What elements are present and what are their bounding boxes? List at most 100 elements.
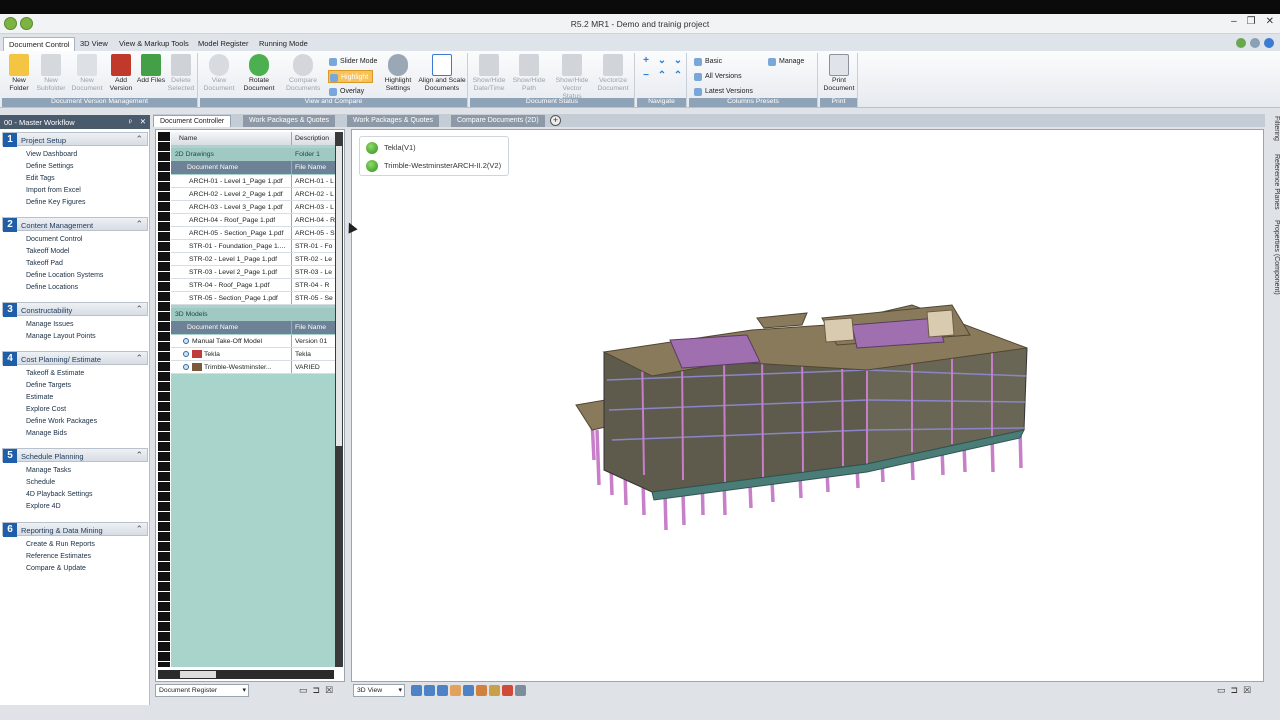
section-header[interactable]: 1 Project Setup ⌃ <box>2 132 148 147</box>
add-icon[interactable]: + <box>640 55 652 66</box>
pan-icon[interactable] <box>450 685 461 696</box>
workflow-item-manage-tasks[interactable]: Manage Tasks <box>26 465 93 477</box>
workflow-item-explore-cost[interactable]: Explore Cost <box>26 404 97 416</box>
workflow-item-define-targets[interactable]: Define Targets <box>26 380 97 392</box>
view-mode-select[interactable]: 3D View ▾ <box>353 684 405 697</box>
workflow-item-define-location-systems[interactable]: Define Location Systems <box>26 270 103 282</box>
table-row[interactable]: ARCH-03 - Level 3_Page 1.pdf ARCH-03 - L <box>171 201 335 214</box>
collapse-icon[interactable]: ⌃ <box>135 304 143 315</box>
new-document-button[interactable]: New Document <box>70 53 104 93</box>
highlight-button[interactable]: Highlight <box>328 70 374 83</box>
compare-documents-button[interactable]: Compare Documents <box>286 53 320 93</box>
close-panel-icon[interactable]: ✕ <box>140 117 146 126</box>
show-hide-path-button[interactable]: Show/Hide Path <box>512 53 546 93</box>
table-row[interactable]: STR-03 - Level 2_Page 1.pdf STR-03 - Le <box>171 266 335 279</box>
latest-versions-preset-button[interactable]: Latest Versions <box>693 85 753 98</box>
expand-icon[interactable]: ⌄ <box>672 55 684 66</box>
workflow-item-document-control[interactable]: Document Control <box>26 234 103 246</box>
workflow-item-schedule[interactable]: Schedule <box>26 477 93 489</box>
collapse-icon[interactable]: ⌃ <box>672 70 684 81</box>
refresh-icon[interactable] <box>1236 38 1246 48</box>
workflow-item-estimate[interactable]: Estimate <box>26 392 97 404</box>
table-row[interactable]: Tekla Tekla <box>171 348 335 361</box>
print-document-button[interactable]: Print Document <box>822 53 856 93</box>
workflow-item-takeoff-model[interactable]: Takeoff Model <box>26 246 103 258</box>
tab-work-packages-1[interactable]: Work Packages & Quotes <box>243 115 336 127</box>
tab-3d-view[interactable]: 3D View <box>75 37 113 51</box>
group-row-3d-models[interactable]: 3D Models <box>171 308 335 321</box>
window-icon[interactable]: ▭ <box>1217 685 1226 696</box>
table-row[interactable]: STR-01 - Foundation_Page 1.... STR-01 - F… <box>171 240 335 253</box>
add-tab-icon[interactable]: + <box>550 115 561 126</box>
close-icon[interactable]: ☒ <box>1243 685 1251 696</box>
workflow-item-create-run-reports[interactable]: Create & Run Reports <box>26 539 95 551</box>
workflow-item-manage-issues[interactable]: Manage Issues <box>26 319 96 331</box>
document-register-select[interactable]: Document Register ▾ <box>155 684 249 697</box>
workflow-item-takeoff-pad[interactable]: Takeoff Pad <box>26 258 103 270</box>
close-icon[interactable]: ☒ <box>325 685 333 696</box>
zoom-fit-icon[interactable] <box>437 685 448 696</box>
basic-preset-button[interactable]: Basic <box>693 55 722 68</box>
pin-icon[interactable]: ᵖ <box>129 117 132 126</box>
visibility-icon[interactable] <box>183 338 189 345</box>
collapse-icon[interactable]: ⌃ <box>135 353 143 364</box>
add-files-button[interactable]: Add Files <box>134 53 168 85</box>
show-hide-vector-status-button[interactable]: Show/Hide Vector Status <box>552 53 592 101</box>
view-document-button[interactable]: View Document <box>202 53 236 93</box>
tab-model-register[interactable]: Model Register <box>193 37 253 51</box>
minimize-icon[interactable]: – <box>1231 16 1237 27</box>
horizontal-scrollbar[interactable] <box>158 670 334 679</box>
tab-view-markup-tools[interactable]: View & Markup Tools <box>114 37 194 51</box>
workflow-item-import-from-excel[interactable]: Import from Excel <box>26 185 86 197</box>
workflow-item-define-key-figures[interactable]: Define Key Figures <box>26 197 86 209</box>
add-version-button[interactable]: Add Version <box>104 53 138 93</box>
table-row[interactable]: ARCH-01 - Level 1_Page 1.pdf ARCH-01 - L <box>171 175 335 188</box>
workflow-item-manage-bids[interactable]: Manage Bids <box>26 428 97 440</box>
section-header[interactable]: 5 Schedule Planning ⌃ <box>2 448 148 463</box>
new-subfolder-button[interactable]: New Subfolder <box>34 53 68 93</box>
new-folder-button[interactable]: New Folder <box>2 53 36 93</box>
tab-compare-documents[interactable]: Compare Documents (2D) <box>451 115 545 127</box>
column-header-name[interactable]: Name <box>171 132 292 145</box>
window-icon[interactable]: ▭ <box>299 685 308 696</box>
workflow-item-view-dashboard[interactable]: View Dashboard <box>26 149 86 161</box>
table-row[interactable]: Manual Take-Off Model Version 01 <box>171 335 335 348</box>
table-row[interactable]: STR-04 - Roof_Page 1.pdf STR-04 - R <box>171 279 335 292</box>
tab-work-packages-2[interactable]: Work Packages & Quotes <box>347 115 440 127</box>
tab-document-control[interactable]: Document Control <box>3 37 76 51</box>
workflow-item-define-work-packages[interactable]: Define Work Packages <box>26 416 97 428</box>
workflow-item-takeoff-estimate[interactable]: Takeoff & Estimate <box>26 368 97 380</box>
column-header-description[interactable]: Description <box>293 132 335 145</box>
fly-icon[interactable] <box>463 685 474 696</box>
3d-viewport[interactable]: Tekla(V1) Trimble-WestminsterARCH-II.2(V… <box>351 129 1264 682</box>
highlight-settings-button[interactable]: Highlight Settings <box>381 53 415 93</box>
show-hide-datetime-button[interactable]: Show/Hide Date/Time <box>472 53 506 93</box>
help-icon[interactable] <box>1264 38 1274 48</box>
zoom-out-icon[interactable] <box>424 685 435 696</box>
workflow-item-edit-tags[interactable]: Edit Tags <box>26 173 86 185</box>
magnet-icon[interactable] <box>502 685 513 696</box>
delete-selected-button[interactable]: Delete Selected <box>164 53 198 93</box>
collapse-icon[interactable]: ⌃ <box>135 524 143 535</box>
slider-mode-button[interactable]: Slider Mode <box>328 55 377 68</box>
section-icon[interactable] <box>489 685 500 696</box>
all-versions-preset-button[interactable]: All Versions <box>693 70 742 83</box>
workflow-item-manage-layout-points[interactable]: Manage Layout Points <box>26 331 96 343</box>
column-header-file-name[interactable]: File Name <box>293 161 335 174</box>
tab-running-mode[interactable]: Running Mode <box>254 37 313 51</box>
scroll-thumb[interactable] <box>180 671 216 678</box>
pin-icon[interactable]: ⊐ <box>313 685 321 696</box>
vectorize-document-button[interactable]: Vectorize Document <box>596 53 630 93</box>
workflow-item-define-settings[interactable]: Define Settings <box>26 161 86 173</box>
collapse-icon[interactable]: ⌃ <box>135 219 143 230</box>
zoom-in-icon[interactable] <box>411 685 422 696</box>
workflow-item-explore-4d[interactable]: Explore 4D <box>26 501 93 513</box>
group-row-2d-drawings[interactable]: 2D Drawings Folder 1 <box>171 148 335 161</box>
table-row[interactable]: ARCH-02 - Level 2_Page 1.pdf ARCH-02 - L <box>171 188 335 201</box>
measure-icon[interactable] <box>515 685 526 696</box>
overlay-button[interactable]: Overlay <box>328 85 364 98</box>
settings-icon[interactable] <box>1250 38 1260 48</box>
workflow-item-define-locations[interactable]: Define Locations <box>26 282 103 294</box>
table-row[interactable]: ARCH-04 - Roof_Page 1.pdf ARCH-04 - R <box>171 214 335 227</box>
filtering-tab[interactable]: Filtering <box>1268 116 1280 141</box>
